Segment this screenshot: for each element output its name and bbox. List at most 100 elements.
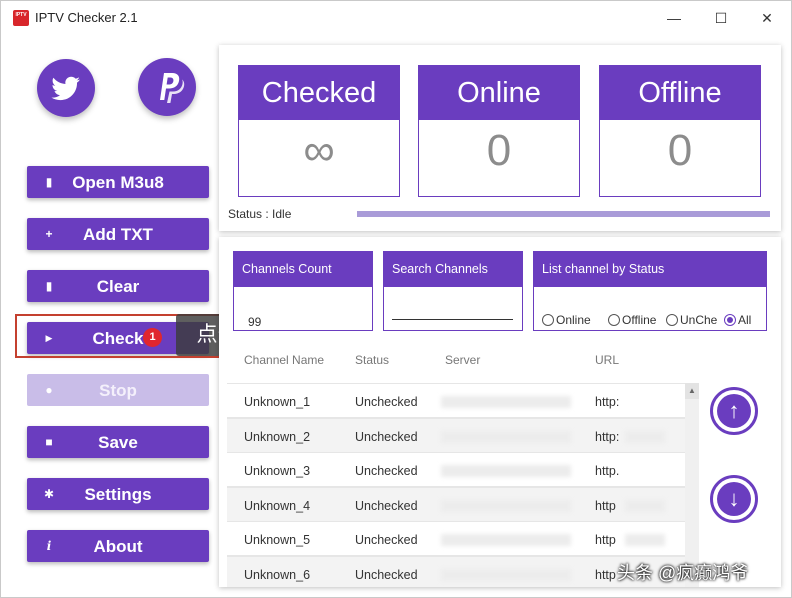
open-m3u8-button[interactable]: ▮ Open M3u8 xyxy=(27,166,209,198)
filter-offline-radio[interactable]: Offline xyxy=(608,313,656,327)
channels-count-label: Channels Count xyxy=(234,252,372,287)
maximize-button[interactable]: ☐ xyxy=(701,5,741,31)
channel-name: Unknown_2 xyxy=(244,430,311,444)
table-row[interactable]: Unknown_3 Unchecked http. xyxy=(227,452,699,487)
scroll-up-arrow-icon[interactable]: ▲ xyxy=(685,383,699,399)
about-button[interactable]: i About xyxy=(27,530,209,562)
add-txt-label: Add TXT xyxy=(83,225,153,244)
channel-url: http xyxy=(595,533,616,547)
close-button[interactable]: ✕ xyxy=(747,5,787,31)
status-filter-box: List channel by Status Online Offline Un… xyxy=(533,251,767,331)
radio-circle xyxy=(542,314,554,326)
minimize-button[interactable]: — xyxy=(654,5,694,31)
filter-online-radio[interactable]: Online xyxy=(542,313,591,327)
offline-stat: Offline 0 xyxy=(599,65,761,197)
channels-panel: Channels Count 99 Search Channels List c… xyxy=(219,237,781,587)
channels-table: Unknown_1 Unchecked http: Unknown_2 Unch… xyxy=(227,375,699,587)
column-header-server[interactable]: Server xyxy=(445,353,480,367)
online-label: Online xyxy=(419,66,579,120)
filter-unchecked-radio[interactable]: UnChe xyxy=(666,313,717,327)
app-window: IPTV IPTV Checker 2.1 — ☐ ✕ ▮ Open M3u8 … xyxy=(0,0,792,598)
checked-label: Checked xyxy=(239,66,399,120)
radio-circle xyxy=(608,314,620,326)
window-title: IPTV Checker 2.1 xyxy=(35,10,138,25)
status-filter-label: List channel by Status xyxy=(534,252,766,287)
channel-status: Unchecked xyxy=(355,430,418,444)
channel-url-redacted xyxy=(625,534,665,546)
channel-url: http. xyxy=(595,464,620,478)
channel-server-redacted xyxy=(441,500,571,512)
channel-server-redacted xyxy=(441,569,571,581)
channel-server-redacted xyxy=(441,465,571,477)
channels-count-value: 99 xyxy=(248,315,262,329)
filter-unchecked-label: UnChe xyxy=(680,313,718,327)
filter-all-radio[interactable]: All xyxy=(724,313,751,327)
clear-button[interactable]: ▮ Clear xyxy=(27,270,209,302)
table-row[interactable]: Unknown_1 Unchecked http: xyxy=(227,383,699,418)
status-text: Status : Idle xyxy=(228,207,292,221)
title-bar: IPTV IPTV Checker 2.1 — ☐ ✕ xyxy=(1,1,791,35)
search-channels-label: Search Channels xyxy=(384,252,522,287)
table-row[interactable]: Unknown_5 Unchecked http xyxy=(227,521,699,556)
step-badge: 1 xyxy=(143,328,162,347)
column-header-name[interactable]: Channel Name xyxy=(244,353,324,367)
channel-url-redacted xyxy=(625,500,665,512)
channel-server-redacted xyxy=(441,431,571,443)
stats-panel: Checked ∞ Online 0 Offline 0 Status : Id… xyxy=(219,45,781,231)
online-value: 0 xyxy=(486,126,512,175)
filter-online-label: Online xyxy=(556,313,591,327)
channel-name: Unknown_3 xyxy=(244,464,311,478)
filter-all-label: All xyxy=(738,313,752,327)
channel-url: http xyxy=(595,499,616,513)
settings-label: Settings xyxy=(84,485,152,504)
filter-offline-label: Offline xyxy=(622,313,657,327)
channel-server-redacted xyxy=(441,534,571,546)
column-header-status[interactable]: Status xyxy=(355,353,389,367)
save-label: Save xyxy=(98,433,138,452)
about-label: About xyxy=(93,537,143,556)
channel-url: http xyxy=(595,568,616,582)
channel-url: http: xyxy=(595,395,620,409)
paypal-button[interactable] xyxy=(138,58,196,116)
arrow-down-icon: ↓ xyxy=(717,482,751,516)
channel-status: Unchecked xyxy=(355,568,418,582)
open-m3u8-label: Open M3u8 xyxy=(72,173,164,192)
column-header-url[interactable]: URL xyxy=(595,353,619,367)
channel-status: Unchecked xyxy=(355,395,418,409)
offline-value: 0 xyxy=(667,126,693,175)
channel-name: Unknown_6 xyxy=(244,568,311,582)
channels-count-box: Channels Count 99 xyxy=(233,251,373,331)
arrow-up-icon: ↑ xyxy=(717,394,751,428)
checked-stat: Checked ∞ xyxy=(238,65,400,197)
stop-button[interactable]: ● Stop xyxy=(27,374,209,406)
settings-button[interactable]: ✱ Settings xyxy=(27,478,209,510)
channel-status: Unchecked xyxy=(355,499,418,513)
radio-circle xyxy=(666,314,678,326)
twitter-bird-icon xyxy=(51,76,80,101)
channel-server-redacted xyxy=(441,396,571,408)
channel-name: Unknown_4 xyxy=(244,499,311,513)
twitter-button[interactable] xyxy=(37,59,95,117)
channel-name: Unknown_1 xyxy=(244,395,311,409)
move-down-button[interactable]: ↓ xyxy=(710,475,758,523)
channel-url: http: xyxy=(595,430,620,444)
table-row[interactable]: Unknown_2 Unchecked http: xyxy=(227,418,699,453)
table-scrollbar[interactable] xyxy=(685,383,699,587)
save-button[interactable]: ■ Save xyxy=(27,426,209,458)
search-channels-box: Search Channels xyxy=(383,251,523,331)
offline-label: Offline xyxy=(600,66,760,120)
checked-value: ∞ xyxy=(303,126,335,175)
radio-circle-selected xyxy=(724,314,736,326)
channel-url-redacted xyxy=(625,431,665,443)
table-row[interactable]: Unknown_4 Unchecked http xyxy=(227,487,699,522)
watermark-text: 头条 @疯癫鸿爷 xyxy=(617,563,749,583)
clear-label: Clear xyxy=(96,277,140,296)
move-up-button[interactable]: ↑ xyxy=(710,387,758,435)
channel-name: Unknown_5 xyxy=(244,533,311,547)
online-stat: Online 0 xyxy=(418,65,580,197)
paypal-logo-icon xyxy=(160,73,185,103)
search-input[interactable] xyxy=(392,319,513,320)
progress-bar xyxy=(357,211,770,217)
add-txt-button[interactable]: + Add TXT xyxy=(27,218,209,250)
app-logo-icon: IPTV xyxy=(13,10,29,26)
